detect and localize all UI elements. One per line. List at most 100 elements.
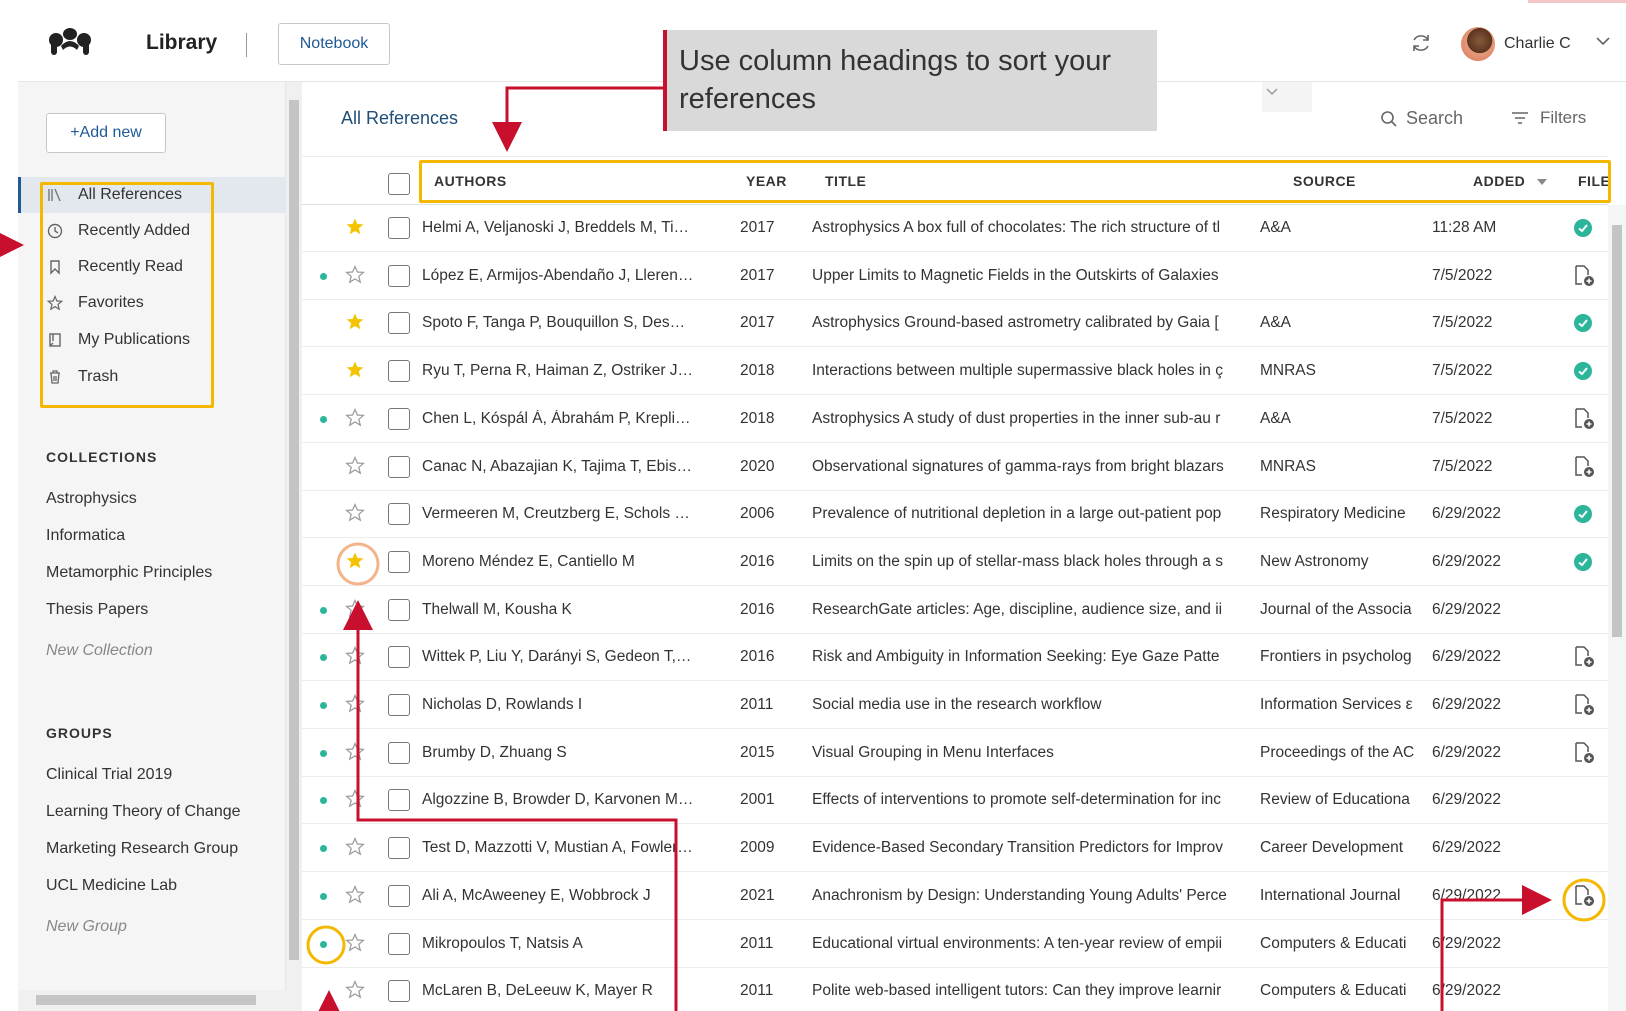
scrollbar-thumb[interactable] — [36, 995, 256, 1005]
sidebar-scrollbar[interactable] — [286, 82, 302, 1011]
table-row[interactable]: Canac N, Abazajian K, Tajima T, Ebis… 202… — [302, 444, 1608, 491]
pdf-attached-icon[interactable] — [1574, 314, 1592, 333]
add-file-icon[interactable] — [1571, 644, 1597, 670]
cell-title: Anachronism by Design: Understanding You… — [812, 886, 1227, 904]
notebook-button[interactable]: Notebook — [278, 23, 390, 65]
new-collection-link[interactable]: New Collection — [46, 642, 153, 660]
table-row[interactable]: Spoto F, Tanga P, Bouquillon S, Des… 2017… — [302, 300, 1608, 348]
row-checkbox[interactable] — [388, 407, 410, 430]
sync-icon[interactable] — [1410, 32, 1432, 54]
cell-year: 2011 — [740, 696, 774, 713]
pdf-attached-icon[interactable] — [1574, 505, 1592, 524]
row-checkbox[interactable] — [388, 741, 410, 764]
add-file-icon[interactable] — [1571, 263, 1597, 289]
select-all-checkbox[interactable] — [388, 173, 410, 195]
group-item[interactable]: Clinical Trial 2019 — [46, 766, 172, 784]
search-button[interactable]: Search — [1380, 108, 1463, 129]
row-checkbox[interactable] — [388, 598, 410, 621]
pdf-attached-icon[interactable] — [1574, 362, 1592, 381]
cell-title: Interactions between multiple supermassi… — [812, 362, 1223, 380]
collection-item[interactable]: Astrophysics — [46, 490, 137, 508]
row-checkbox[interactable] — [388, 264, 410, 287]
row-checkbox[interactable] — [388, 980, 410, 1003]
filters-button[interactable]: Filters — [1510, 108, 1586, 128]
pdf-attached-icon[interactable] — [1574, 552, 1592, 571]
cell-added: 7/5/2022 — [1432, 314, 1493, 332]
sidebar-horizontal-scrollbar[interactable] — [18, 990, 288, 1011]
star-outline-icon[interactable] — [345, 837, 365, 857]
star-outline-icon[interactable] — [345, 264, 365, 285]
table-row[interactable]: Nicholas D, Rowlands I 2011 Social media u… — [302, 682, 1608, 729]
star-outline-icon[interactable] — [345, 932, 365, 953]
scrollbar-thumb[interactable] — [289, 100, 299, 960]
cell-added: 7/5/2022 — [1432, 266, 1493, 284]
row-checkbox[interactable] — [388, 884, 410, 907]
star-filled-icon[interactable] — [345, 312, 365, 332]
star-outline-icon[interactable] — [345, 407, 365, 428]
collection-item[interactable]: Thesis Papers — [46, 601, 148, 619]
row-checkbox[interactable] — [388, 360, 410, 383]
table-row[interactable]: Algozzine B, Browder D, Karvonen M… 2001 E… — [302, 777, 1608, 825]
cell-year: 2001 — [740, 791, 775, 809]
add-file-icon[interactable] — [1571, 883, 1597, 909]
table-row[interactable]: Ryu T, Perna R, Haiman Z, Ostriker J… 201… — [302, 348, 1608, 396]
chevron-down-icon[interactable] — [1264, 84, 1280, 100]
table-row[interactable]: Brumby D, Zhuang S 2015 Visual Grouping in… — [302, 730, 1608, 777]
row-checkbox[interactable] — [388, 694, 410, 716]
star-outline-icon[interactable] — [345, 694, 365, 714]
row-checkbox[interactable] — [388, 646, 410, 669]
group-item[interactable]: UCL Medicine Lab — [46, 877, 177, 895]
cell-added: 6/29/2022 — [1432, 839, 1501, 857]
table-row[interactable]: McLaren B, DeLeeuw K, Mayer R 2011 Polite … — [302, 968, 1608, 1011]
table-row[interactable]: Chen L, Kóspál Á, Ábrahám P, Krepli… 2018… — [302, 396, 1608, 443]
star-outline-icon[interactable] — [345, 646, 365, 666]
collection-item[interactable]: Metamorphic Principles — [46, 564, 212, 582]
add-file-icon[interactable] — [1571, 740, 1597, 766]
add-file-icon[interactable] — [1571, 454, 1597, 480]
mendeley-logo-icon[interactable] — [47, 26, 93, 56]
table-row[interactable]: Thelwall M, Kousha K 2016 ResearchGate art… — [302, 587, 1608, 634]
table-row[interactable]: López E, Armijos-Abendaño J, Lleren… 2017… — [302, 253, 1608, 300]
table-row[interactable]: Helmi A, Veljanoski J, Breddels M, Ti… 20… — [302, 205, 1608, 252]
row-checkbox[interactable] — [388, 503, 410, 526]
avatar[interactable] — [1461, 27, 1495, 61]
cell-added: 6/29/2022 — [1432, 552, 1501, 570]
row-checkbox[interactable] — [388, 932, 410, 955]
add-new-button[interactable]: +Add new — [46, 113, 166, 153]
table-row[interactable]: Wittek P, Liu Y, Darányi S, Gedeon T,… 20… — [302, 634, 1608, 682]
row-checkbox[interactable] — [388, 312, 410, 335]
new-group-link[interactable]: New Group — [46, 918, 127, 936]
scrollbar-thumb[interactable] — [1612, 225, 1622, 637]
cell-title: Visual Grouping in Menu Interfaces — [812, 743, 1054, 761]
row-checkbox[interactable] — [388, 217, 410, 239]
cell-authors: Chen L, Kóspál Á, Ábrahám P, Krepli… — [422, 409, 691, 427]
table-row[interactable]: Mikropoulos T, Natsis A 2011 Educational v… — [302, 921, 1608, 968]
collection-item[interactable]: Informatica — [46, 527, 125, 545]
table-row[interactable]: Test D, Mazzotti V, Mustian A, Fowler… 20… — [302, 825, 1608, 873]
pdf-attached-icon[interactable] — [1574, 219, 1592, 237]
star-outline-icon[interactable] — [345, 598, 365, 619]
table-row[interactable]: Vermeeren M, Creutzberg E, Schols … 2006 P… — [302, 491, 1608, 539]
group-item[interactable]: Marketing Research Group — [46, 840, 238, 858]
table-row[interactable]: Moreno Méndez E, Cantiello M 2016 Limits o… — [302, 539, 1608, 586]
star-filled-icon[interactable] — [345, 360, 365, 380]
star-outline-icon[interactable] — [345, 884, 365, 905]
star-outline-icon[interactable] — [345, 503, 365, 523]
chevron-down-icon[interactable] — [1594, 32, 1612, 50]
star-outline-icon[interactable] — [345, 741, 365, 762]
table-row[interactable]: Ali A, McAweeney E, Wobbrock J 2021 Anachr… — [302, 873, 1608, 920]
row-checkbox[interactable] — [388, 789, 410, 812]
row-checkbox[interactable] — [388, 837, 410, 860]
user-name[interactable]: Charlie C — [1504, 35, 1571, 53]
row-checkbox[interactable] — [388, 455, 410, 478]
group-item[interactable]: Learning Theory of Change — [46, 803, 241, 821]
row-checkbox[interactable] — [388, 550, 410, 573]
add-file-icon[interactable] — [1571, 406, 1597, 432]
star-outline-icon[interactable] — [345, 980, 365, 1000]
add-file-icon[interactable] — [1571, 692, 1597, 718]
star-outline-icon[interactable] — [345, 789, 365, 809]
star-filled-icon[interactable] — [345, 217, 365, 237]
table-scrollbar[interactable] — [1608, 205, 1626, 1011]
star-outline-icon[interactable] — [345, 455, 365, 476]
star-filled-icon[interactable] — [345, 551, 365, 571]
